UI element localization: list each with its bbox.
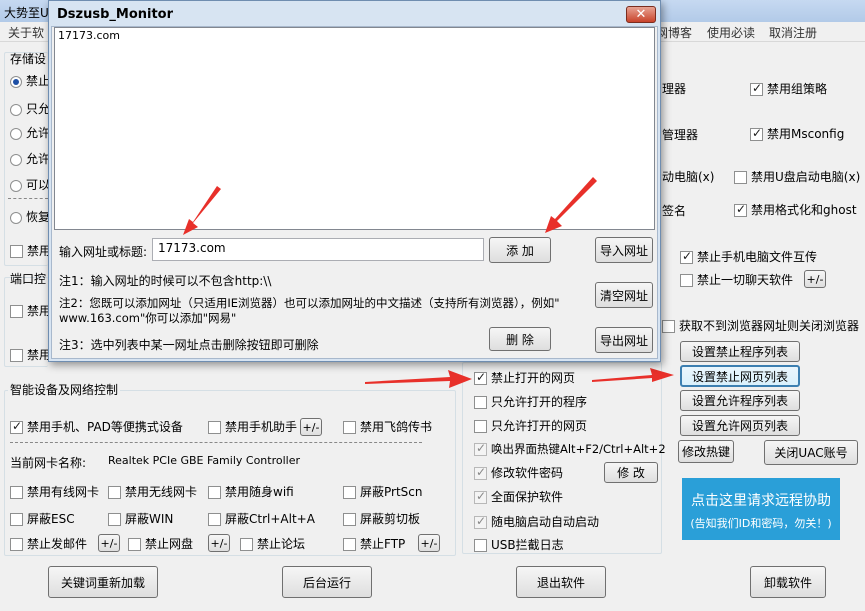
menu-unregister[interactable]: 取消注册 xyxy=(769,24,817,41)
autostart-checkbox: 随电脑启动自动启动 xyxy=(474,513,599,530)
url-input[interactable]: 17173.com xyxy=(152,238,484,261)
phone-file-checkbox[interactable]: 禁止手机电脑文件互传 xyxy=(680,248,817,265)
exit-button[interactable]: 退出软件 xyxy=(516,566,606,598)
group-policy-checkbox[interactable]: 禁用组策略 xyxy=(750,80,827,97)
note-1: 注1：输入网址的时候可以不包含http:\\ xyxy=(59,274,272,288)
menu-must-read[interactable]: 使用必读 xyxy=(707,24,755,41)
esc-checkbox[interactable]: 屏蔽ESC xyxy=(10,510,75,527)
arrow-to-set-forbid-web-icon xyxy=(592,368,674,382)
uninstall-button[interactable]: 卸载软件 xyxy=(750,566,826,598)
mobile-device-checkbox[interactable]: 禁用手机、PAD等便携式设备 xyxy=(10,418,183,435)
email-plus-minus-button[interactable]: +/- xyxy=(98,534,120,552)
ctrl-alt-a-checkbox[interactable]: 屏蔽Ctrl+Alt+A xyxy=(208,510,315,527)
input-label: 输入网址或标题: xyxy=(59,245,148,259)
right-item-2: 管理器 xyxy=(662,128,699,142)
smart-separator xyxy=(10,442,422,443)
remote-assist-banner[interactable]: 点击这里请求远程协助 (告知我们ID和密码，勿关！) xyxy=(682,478,840,540)
set-allow-web-button[interactable]: 设置允许网页列表 xyxy=(680,415,800,436)
storage-disable-checkbox[interactable]: 禁用 xyxy=(10,242,51,259)
storage-radio-1[interactable]: 禁止 xyxy=(10,72,50,89)
full-protect-checkbox: 全面保护软件 xyxy=(474,488,563,505)
remote-assist-line2: (告知我们ID和密码，勿关！) xyxy=(690,517,832,530)
format-ghost-checkbox[interactable]: 禁用格式化和ghost xyxy=(734,201,857,218)
phone-assistant-checkbox[interactable]: 禁用手机助手 xyxy=(208,418,297,435)
set-forbid-program-button[interactable]: 设置禁止程序列表 xyxy=(680,341,800,362)
storage-separator xyxy=(8,198,48,199)
modify-password-checkbox: 修改软件密码 xyxy=(474,464,563,481)
close-browser-checkbox[interactable]: 获取不到浏览器网址则关闭浏览器 xyxy=(662,317,859,334)
modify-password-button[interactable]: 修 改 xyxy=(604,462,658,483)
wireless-nic-checkbox[interactable]: 禁用无线网卡 xyxy=(108,483,197,500)
storage-radio-5[interactable]: 可以 xyxy=(10,176,50,193)
arrow-to-input-icon xyxy=(183,186,221,235)
allow-web-checkbox[interactable]: 只允许打开的网页 xyxy=(474,417,587,434)
win-checkbox[interactable]: 屏蔽WIN xyxy=(108,510,173,527)
modify-hotkey-button[interactable]: 修改热键 xyxy=(678,440,734,463)
set-allow-program-button[interactable]: 设置允许程序列表 xyxy=(680,390,800,411)
export-button[interactable]: 导出网址 xyxy=(595,327,653,353)
clear-button[interactable]: 清空网址 xyxy=(595,282,653,308)
netdisk-checkbox[interactable]: 禁止网盘 xyxy=(128,535,193,552)
import-button[interactable]: 导入网址 xyxy=(595,237,653,263)
nic-label: 当前网卡名称: xyxy=(10,456,87,470)
wired-nic-checkbox[interactable]: 禁用有线网卡 xyxy=(10,483,99,500)
storage-radio-3[interactable]: 允许 xyxy=(10,124,50,141)
msconfig-checkbox[interactable]: 禁用Msconfig xyxy=(750,125,844,142)
port-checkbox-2[interactable]: 禁用 xyxy=(10,346,51,363)
list-item[interactable]: 17173.com xyxy=(55,28,654,43)
hotkey-checkbox: 唤出界面热键Alt+F2/Ctrl+Alt+2 xyxy=(474,441,666,457)
background-run-button[interactable]: 后台运行 xyxy=(282,566,372,598)
close-uac-button[interactable]: 关闭UAC账号 xyxy=(764,440,858,465)
all-chat-checkbox[interactable]: 禁止一切聊天软件 xyxy=(680,271,793,288)
assistant-plus-minus-button[interactable]: +/- xyxy=(300,418,322,436)
storage-radio-6[interactable]: 恢复 xyxy=(10,208,50,225)
chat-plus-minus-button[interactable]: +/- xyxy=(804,270,826,288)
right-item-4: 签名 xyxy=(662,204,687,218)
note-2-line-2: www.163.com"你可以添加"网易" xyxy=(59,311,237,325)
storage-radio-4[interactable]: 允许 xyxy=(10,150,50,167)
email-checkbox[interactable]: 禁止发邮件 xyxy=(10,535,87,552)
main-title-text: 大势至U xyxy=(4,6,49,20)
forum-checkbox[interactable]: 禁止论坛 xyxy=(240,535,305,552)
netdisk-plus-minus-button[interactable]: +/- xyxy=(208,534,230,552)
ftp-checkbox[interactable]: 禁止FTP xyxy=(343,535,405,552)
delete-button[interactable]: 删 除 xyxy=(489,327,551,351)
note-3: 注3：选中列表中某一网址点击删除按钮即可删除 xyxy=(59,338,319,352)
right-item-3: 动电脑(x) xyxy=(662,170,715,184)
nic-name: Realtek PCIe GBE Family Controller xyxy=(108,454,301,467)
smart-device-title: 智能设备及网络控制 xyxy=(8,381,121,398)
add-button[interactable]: 添 加 xyxy=(489,237,551,263)
right-item-1: 理器 xyxy=(662,82,687,96)
storage-group-title: 存储设 xyxy=(10,52,47,66)
prtscn-checkbox[interactable]: 屏蔽PrtScn xyxy=(343,483,423,500)
reload-keywords-button[interactable]: 关键词重新加载 xyxy=(48,566,158,598)
storage-radio-2[interactable]: 只允 xyxy=(10,100,50,117)
note-2-line-1: 注2：您既可以添加网址（只适用IE浏览器）也可以添加网址的中文描述（支持所有浏览… xyxy=(59,296,560,310)
forbid-web-checkbox[interactable]: 禁止打开的网页 xyxy=(474,369,575,386)
usb-boot-checkbox[interactable]: 禁用U盘启动电脑(x) xyxy=(734,168,860,185)
menu-blog[interactable]: 网博客 xyxy=(656,24,692,41)
arrow-to-forbid-web-icon xyxy=(365,370,472,388)
port-checkbox-1[interactable]: 禁用 xyxy=(10,302,51,319)
remote-assist-line1: 点击这里请求远程协助 xyxy=(691,493,831,509)
smart-device-group xyxy=(4,390,456,556)
arrow-to-add-icon xyxy=(545,177,597,233)
dialog-title: Dszusb_Monitor xyxy=(57,7,174,22)
monitor-dialog: Dszusb_Monitor ✕ 17173.com 输入网址或标题: 1717… xyxy=(48,0,661,362)
set-forbid-web-button[interactable]: 设置禁止网页列表 xyxy=(680,365,800,387)
port-group-title: 端口控 xyxy=(10,272,47,286)
usb-log-checkbox[interactable]: USB拦截日志 xyxy=(474,536,564,553)
dialog-close-button[interactable]: ✕ xyxy=(626,6,656,23)
menu-about[interactable]: 关于软 xyxy=(8,24,44,41)
ftp-plus-minus-button[interactable]: +/- xyxy=(418,534,440,552)
allow-program-checkbox[interactable]: 只允许打开的程序 xyxy=(474,393,587,410)
portable-wifi-checkbox[interactable]: 禁用随身wifi xyxy=(208,483,294,500)
flying-pigeon-checkbox[interactable]: 禁用飞鸽传书 xyxy=(343,418,432,435)
clipboard-checkbox[interactable]: 屏蔽剪切板 xyxy=(343,510,420,527)
